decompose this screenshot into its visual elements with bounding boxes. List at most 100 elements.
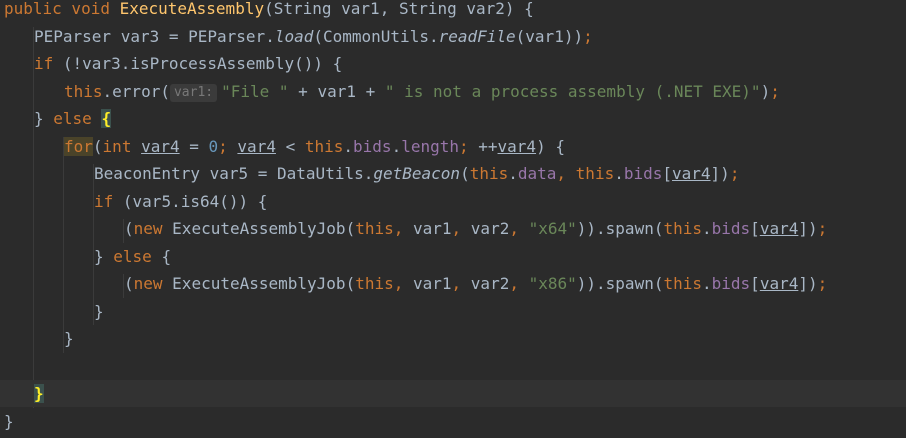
- code-token: ;: [817, 274, 828, 293]
- code-token: )).spawn(: [576, 274, 664, 293]
- code-token: + var1 +: [288, 81, 385, 101]
- code-line[interactable]: if (!var3.isProcessAssembly()) {: [0, 50, 906, 77]
- code-token: this: [575, 164, 615, 183]
- code-token: ExecuteAssembly: [119, 0, 265, 18]
- code-token: var4: [759, 219, 799, 238]
- code-token: readFile: [438, 26, 516, 46]
- code-token: .: [508, 164, 518, 183]
- code-token: this: [663, 274, 702, 293]
- code-token: " is not a process assembly (.NET EXE)": [384, 81, 761, 101]
- code-token: var4: [497, 136, 537, 156]
- code-token: else: [53, 109, 102, 128]
- code-token: var2: [470, 274, 510, 293]
- code-token: }: [94, 246, 114, 266]
- code-token: ,: [393, 219, 413, 238]
- code-line[interactable]: }: [0, 325, 906, 352]
- code-token: )).spawn(: [576, 219, 664, 238]
- code-token: ]): [710, 164, 730, 183]
- parameter-hint: var1:: [169, 83, 218, 102]
- code-editor[interactable]: public void ExecuteAssembly(String var1,…: [0, 0, 906, 438]
- code-token: ) {: [536, 136, 565, 156]
- code-token: ,: [556, 164, 576, 183]
- code-token: [: [750, 219, 760, 238]
- code-token: this: [355, 219, 394, 238]
- code-token: ,: [451, 274, 471, 293]
- code-line[interactable]: public void ExecuteAssembly(String var1,…: [0, 0, 906, 22]
- code-token: ;: [459, 136, 479, 156]
- code-token: ;: [583, 26, 593, 46]
- code-token: this: [469, 164, 509, 183]
- code-token: ,: [451, 219, 471, 238]
- code-line[interactable]: }: [0, 298, 906, 325]
- code-token: ]): [798, 274, 818, 293]
- code-token: new: [133, 274, 173, 293]
- code-token: var1: [413, 274, 452, 293]
- code-token: this: [64, 81, 103, 101]
- code-token: ): [760, 81, 771, 101]
- code-token: }: [4, 411, 14, 431]
- code-token: (: [460, 164, 470, 183]
- code-token: =: [179, 136, 209, 156]
- code-line[interactable]: (new ExecuteAssemblyJob(this, var1, var2…: [0, 215, 906, 242]
- code-token: else: [113, 246, 162, 266]
- code-token: var4: [141, 136, 180, 156]
- code-token: ExecuteAssemblyJob(: [172, 274, 356, 293]
- code-token: {: [101, 109, 112, 128]
- code-token: length: [401, 136, 459, 156]
- code-line[interactable]: this.error(var1: "File " + var1 + " is no…: [0, 78, 906, 105]
- code-line-current[interactable]: }: [0, 380, 906, 407]
- code-token: getBeacon: [373, 164, 461, 183]
- code-token: PEParser var3 = PEParser.: [34, 26, 275, 46]
- code-token: {: [161, 246, 172, 266]
- code-token: if: [94, 191, 123, 211]
- code-line[interactable]: if (var5.is64()) {: [0, 188, 906, 215]
- code-token: }: [34, 109, 54, 128]
- code-token: [: [662, 164, 673, 183]
- code-token: .: [343, 136, 354, 156]
- code-token: ,: [393, 274, 413, 293]
- code-token: this: [304, 136, 344, 156]
- code-token: ;: [218, 136, 238, 156]
- code-line[interactable]: [0, 353, 906, 380]
- code-line[interactable]: (new ExecuteAssemblyJob(this, var1, var2…: [0, 270, 906, 297]
- code-token: "x86": [528, 274, 577, 293]
- code-token: (String var1, String var2) {: [264, 0, 534, 18]
- code-token: var2: [470, 219, 510, 238]
- code-token: var4: [237, 136, 276, 156]
- code-token: }: [34, 384, 44, 403]
- code-token: 0: [208, 136, 219, 156]
- code-token: bids: [711, 274, 751, 293]
- code-token: if: [34, 54, 63, 73]
- code-line[interactable]: for(int var4 = 0; var4 < this.bids.lengt…: [0, 133, 906, 160]
- code-token: ]): [798, 219, 818, 238]
- code-token: public void: [4, 0, 120, 18]
- code-token: bids: [711, 219, 751, 238]
- code-token: ,: [509, 274, 529, 293]
- code-line[interactable]: PEParser var3 = PEParser.load(CommonUtil…: [0, 23, 906, 50]
- code-line[interactable]: }: [0, 408, 906, 435]
- code-token: (var5.is64()) {: [122, 191, 268, 211]
- code-token: ;: [770, 81, 780, 101]
- code-token: <: [275, 136, 305, 156]
- code-token: }: [94, 301, 104, 321]
- code-line[interactable]: } else {: [0, 243, 906, 270]
- code-token: .error(: [102, 81, 170, 101]
- code-token: load: [274, 26, 314, 46]
- code-token: this: [663, 219, 702, 238]
- code-line[interactable]: BeaconEntry var5 = DataUtils.getBeacon(t…: [0, 160, 906, 187]
- code-token: bids: [353, 136, 392, 156]
- code-token: .: [702, 219, 712, 238]
- code-line[interactable]: } else {: [0, 105, 906, 132]
- code-token: (: [92, 136, 103, 156]
- code-token: this: [355, 274, 394, 293]
- code-token: var1: [413, 219, 452, 238]
- code-token: bids: [623, 164, 663, 183]
- code-token: ExecuteAssemblyJob(: [172, 219, 356, 238]
- code-token: .: [614, 164, 624, 183]
- code-token: "File ": [221, 81, 289, 101]
- code-token: .: [702, 274, 712, 293]
- code-token: (!var3.isProcessAssembly()) {: [62, 54, 343, 73]
- code-token: new: [133, 219, 173, 238]
- code-token: ,: [509, 219, 529, 238]
- code-token: [: [750, 274, 760, 293]
